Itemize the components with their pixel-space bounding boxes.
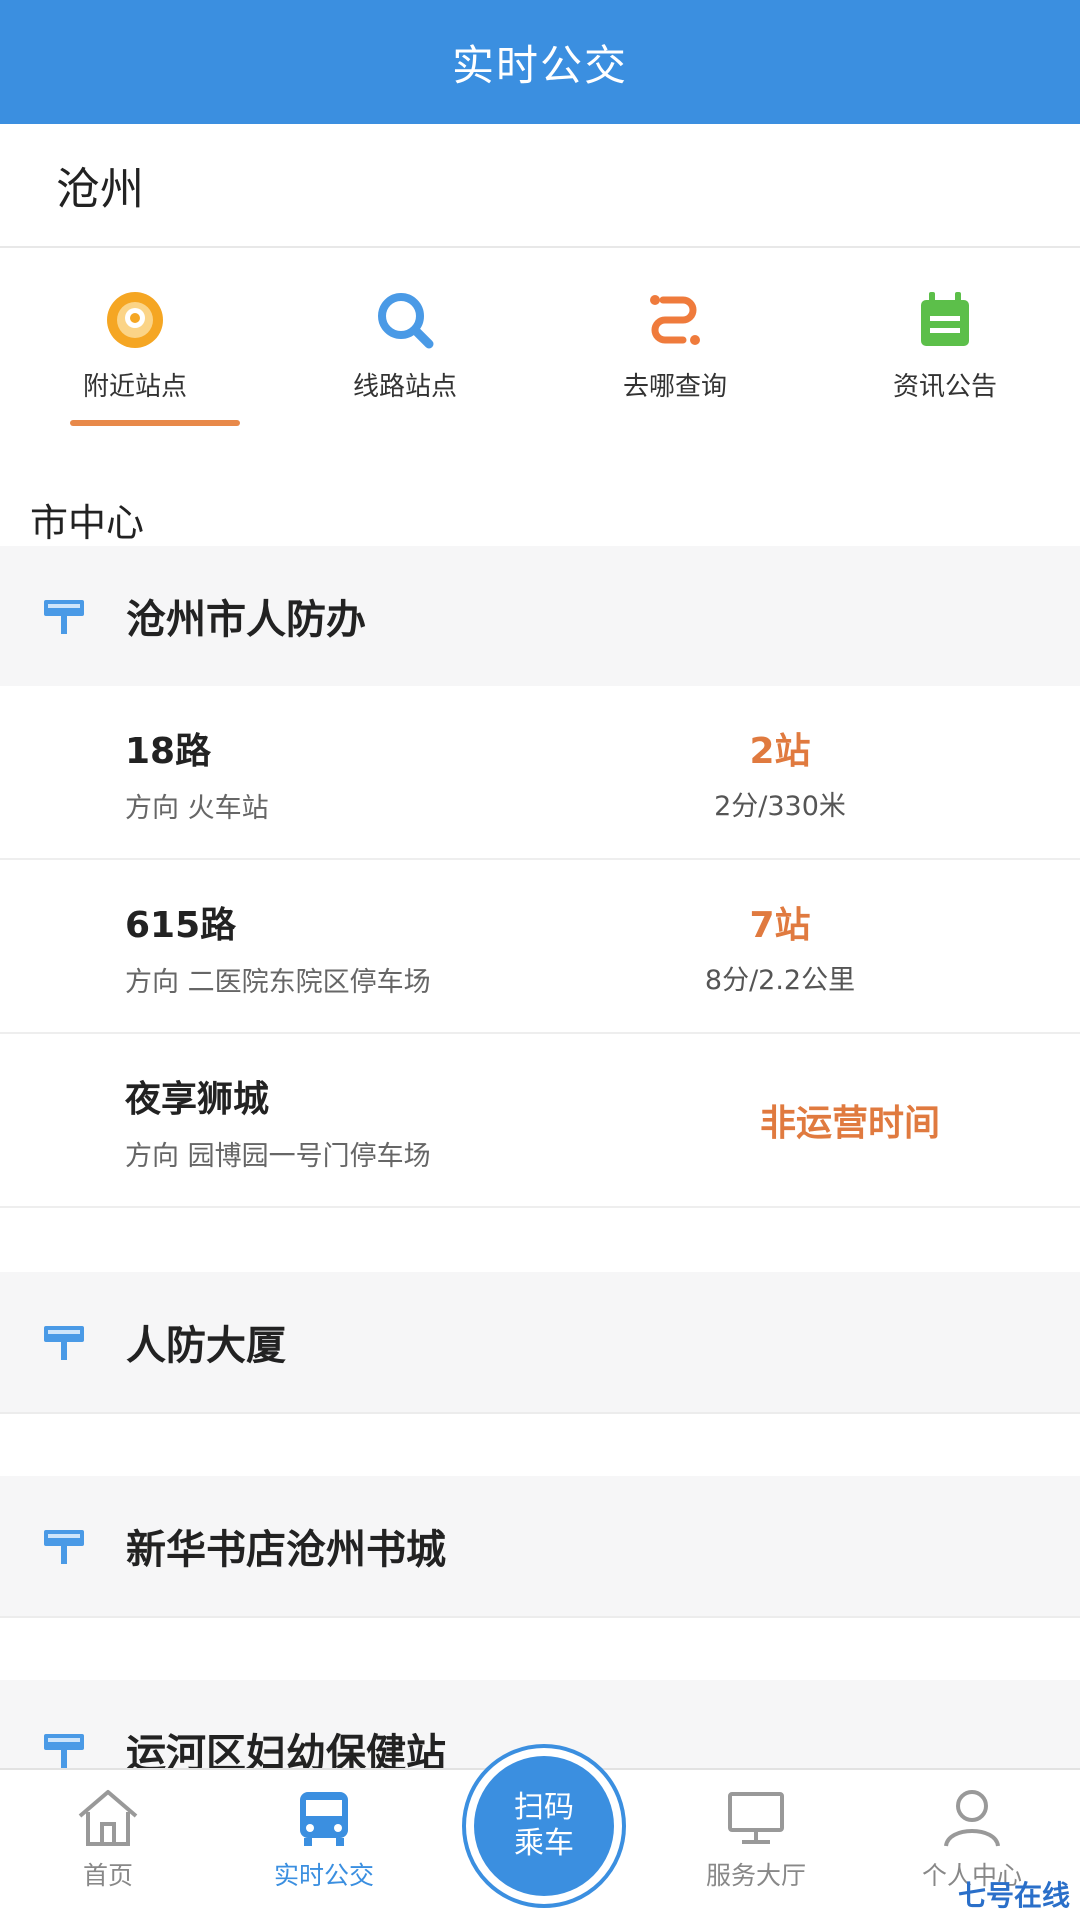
station-name: 沧州市人防办	[126, 597, 366, 643]
scan-to-ride-button[interactable]: 扫码 乘车	[462, 1744, 626, 1908]
city-selector[interactable]: 沧州	[0, 124, 1080, 248]
service-status: 非运营时间	[759, 1103, 940, 1144]
divider	[0, 1616, 1080, 1618]
route-name: 18路	[125, 731, 212, 772]
nav-label: 服务大厅	[705, 1861, 806, 1890]
function-tabs: 附近站点 线路站点 去哪查询 资讯公告	[0, 248, 1080, 428]
route-name: 夜享狮城	[125, 1079, 270, 1120]
user-icon	[944, 1790, 1000, 1847]
route-icon	[650, 295, 700, 345]
nav-label: 实时公交	[273, 1861, 374, 1890]
tab-nearby-stations[interactable]: 附近站点	[0, 248, 270, 428]
bus-stop-icon	[44, 1530, 84, 1564]
scan-label-line2: 乘车	[514, 1826, 574, 1861]
route-row[interactable]: 615路 方向 二医院东院区停车场 7站 8分/2.2公里	[0, 860, 1080, 1034]
page-title: 实时公交	[451, 40, 628, 90]
scan-label-line1: 扫码	[514, 1790, 574, 1825]
watermark: 七号在线	[957, 1879, 1070, 1912]
tab-label: 去哪查询	[622, 372, 727, 402]
route-direction: 方向 火车站	[125, 793, 269, 824]
station-header[interactable]: 人防大厦	[0, 1272, 1080, 1412]
city-name: 沧州	[56, 164, 144, 215]
route-direction: 方向 园博园一号门停车场	[125, 1141, 431, 1172]
nav-realtime-bus[interactable]: 实时公交	[216, 1770, 432, 1922]
monitor-icon	[728, 1792, 784, 1844]
search-icon	[378, 293, 434, 349]
eta-distance: 8分/2.2公里	[704, 965, 856, 996]
eta-distance: 2分/330米	[714, 791, 846, 822]
divider	[0, 1412, 1080, 1414]
home-icon	[78, 1790, 138, 1846]
bus-stop-icon	[44, 600, 84, 634]
nav-service-hall[interactable]: 服务大厅	[648, 1770, 864, 1922]
bus-stop-icon	[44, 1734, 84, 1768]
bus-stop-icon	[44, 1326, 84, 1360]
route-row[interactable]: 18路 方向 火车站 2站 2分/330米	[0, 686, 1080, 860]
nav-label: 首页	[82, 1861, 133, 1890]
active-tab-indicator	[70, 420, 240, 426]
nav-home[interactable]: 首页	[0, 1770, 216, 1922]
route-row[interactable]: 夜享狮城 方向 园博园一号门停车场 非运营时间	[0, 1034, 1080, 1208]
station-name: 新华书店沧州书城	[126, 1527, 446, 1573]
bus-icon	[300, 1792, 348, 1846]
tab-label: 附近站点	[82, 372, 187, 402]
scan-button-face: 扫码 乘车	[474, 1756, 614, 1896]
stops-away: 2站	[749, 731, 811, 772]
tab-label: 线路站点	[352, 372, 457, 402]
app-header: 实时公交	[0, 0, 1080, 124]
route-direction: 方向 二医院东院区停车场	[125, 967, 431, 998]
station-name: 人防大厦	[126, 1323, 286, 1369]
location-pin-icon	[107, 292, 163, 348]
stops-away: 7站	[749, 905, 811, 946]
tab-news-notices[interactable]: 资讯公告	[810, 248, 1080, 428]
tab-route-stations[interactable]: 线路站点	[270, 248, 540, 428]
route-name: 615路	[125, 905, 237, 946]
notice-board-icon	[921, 292, 969, 346]
station-header[interactable]: 沧州市人防办	[0, 546, 1080, 686]
tab-destination-query[interactable]: 去哪查询	[540, 248, 810, 428]
station-header[interactable]: 新华书店沧州书城	[0, 1476, 1080, 1616]
tab-label: 资讯公告	[892, 372, 997, 402]
area-heading: 市中心	[30, 501, 145, 545]
